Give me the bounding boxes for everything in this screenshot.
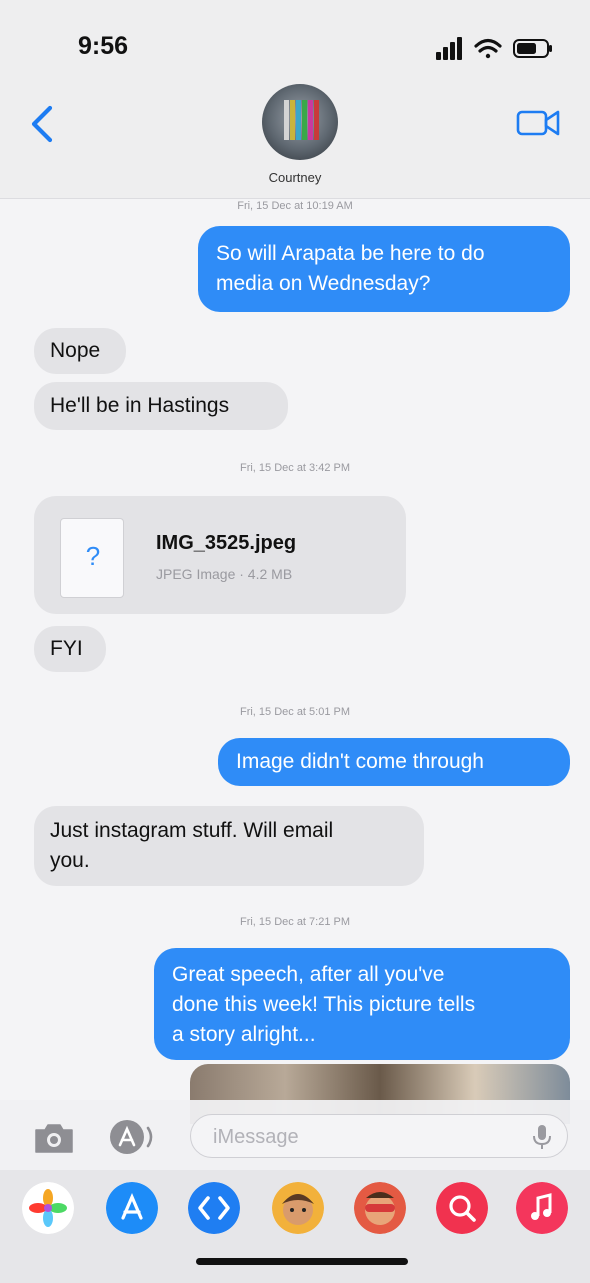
outgoing-message-bubble[interactable]: So will Arapata be here to do media on W…: [198, 226, 570, 312]
file-details: JPEG Image · 4.2 MB: [156, 566, 293, 582]
message-text: He'll be in Hastings: [50, 394, 230, 417]
message-text: So will Arapata be here to do media on W…: [216, 242, 485, 295]
messages-screen: 9:56 Courtney Fri, 15 Dec at 10:19 AM So…: [0, 0, 590, 1283]
message-text: Image didn't come through: [236, 750, 484, 773]
file-name: IMG_3525.jpeg: [156, 532, 297, 554]
avatar-photo-detail: [314, 100, 319, 140]
contact-avatar[interactable]: [262, 84, 338, 160]
message-field[interactable]: [190, 1114, 568, 1158]
message-timestamp: Fri, 15 Dec at 10:19 AM: [237, 200, 353, 212]
unknown-file-icon: ?: [60, 518, 124, 598]
battery-icon: [513, 39, 552, 58]
search-images-icon[interactable]: [436, 1182, 488, 1234]
message-text: Great speech, after all you've done this…: [172, 963, 476, 1046]
imessage-app-drawer: [0, 1170, 590, 1283]
message-timestamp: Fri, 15 Dec at 7:21 PM: [239, 916, 351, 928]
microphone-icon[interactable]: [531, 1123, 553, 1151]
photos-app-icon[interactable]: [22, 1182, 74, 1234]
avatar-photo-detail: [290, 100, 295, 140]
avatar-photo-detail: [284, 100, 289, 140]
music-app-icon[interactable]: [516, 1182, 568, 1234]
question-mark-glyph: ?: [85, 541, 101, 571]
file-attachment-card[interactable]: ? IMG_3525.jpeg JPEG Image · 4.2 MB: [34, 496, 406, 614]
incoming-message-bubble[interactable]: Just instagram stuff. Will email you.: [34, 806, 424, 886]
avatar-photo-detail: [296, 100, 301, 140]
memoji-stickers-icon[interactable]: [272, 1182, 324, 1234]
wifi-icon: [474, 38, 502, 59]
incoming-message-bubble[interactable]: Nope: [34, 328, 126, 374]
message-text: Just instagram stuff. Will email you.: [50, 819, 334, 872]
app-store-icon[interactable]: [106, 1182, 158, 1234]
message-composer: [0, 1100, 590, 1170]
contact-name[interactable]: Courtney: [0, 170, 590, 185]
avatar-photo-detail: [302, 100, 307, 140]
shazam-icon[interactable]: [188, 1182, 240, 1234]
status-time: 9:56: [78, 32, 129, 60]
message-timestamp: Fri, 15 Dec at 3:42 PM: [239, 462, 351, 474]
outgoing-message-bubble[interactable]: Image didn't come through: [218, 738, 570, 786]
camera-icon[interactable]: [32, 1120, 76, 1156]
incoming-message-bubble[interactable]: He'll be in Hastings: [34, 382, 288, 430]
message-input[interactable]: [211, 1123, 515, 1151]
home-indicator[interactable]: [196, 1258, 408, 1265]
status-bar: 9:56: [0, 0, 590, 80]
outgoing-message-bubble[interactable]: Great speech, after all you've done this…: [154, 948, 570, 1060]
app-store-apps-icon[interactable]: [108, 1118, 166, 1156]
message-text: FYI: [50, 637, 83, 660]
conversation-header: Courtney: [0, 80, 590, 199]
animoji-icon[interactable]: [354, 1182, 406, 1234]
back-chevron-icon[interactable]: [28, 104, 58, 144]
status-icons: [436, 37, 552, 60]
facetime-video-icon[interactable]: [516, 106, 562, 140]
avatar-photo-detail: [308, 100, 313, 140]
message-text: Nope: [50, 339, 101, 362]
incoming-message-bubble[interactable]: FYI: [34, 626, 106, 672]
signal-icon: [436, 37, 462, 60]
message-timestamp: Fri, 15 Dec at 5:01 PM: [239, 706, 351, 718]
